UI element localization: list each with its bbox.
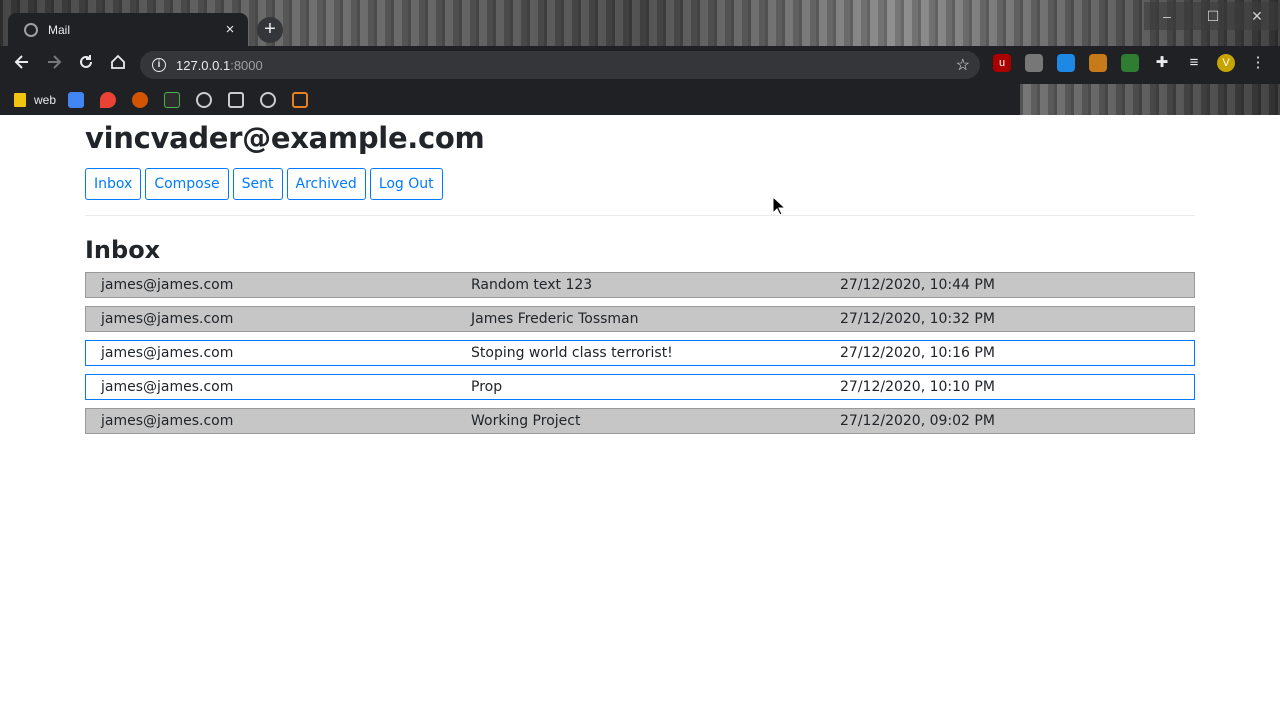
email-subject: Random text 123 <box>471 277 593 293</box>
email-subject: Prop <box>471 379 503 395</box>
email-sender: james@james.com <box>101 277 234 293</box>
back-arrow-icon[interactable] <box>6 49 38 81</box>
tab-title: Mail <box>48 22 71 37</box>
email-row[interactable]: james@james.com James Frederic Tossman 2… <box>85 306 1195 332</box>
browser-toolbar: i 127.0.0.1 :8000 ☆ <box>0 46 1280 84</box>
bookmark-web[interactable]: web <box>34 93 56 107</box>
bookmark-icon[interactable] <box>164 91 181 108</box>
bookmark-icon[interactable] <box>228 91 245 108</box>
user-email-heading: vincvader@example.com <box>85 121 485 155</box>
close-window-button[interactable]: ✕ <box>1234 2 1280 30</box>
email-sender: james@james.com <box>101 413 234 429</box>
email-timestamp: 27/12/2020, 09:02 PM <box>840 413 995 429</box>
mailbox-title: Inbox <box>85 236 161 264</box>
logout-button[interactable]: Log Out <box>369 168 443 200</box>
email-row[interactable]: james@james.com Stoping world class terr… <box>85 340 1195 366</box>
archived-button[interactable]: Archived <box>286 168 366 200</box>
email-row[interactable]: james@james.com Working Project 27/12/20… <box>85 408 1195 434</box>
inbox-button[interactable]: Inbox <box>85 168 142 200</box>
minimize-button[interactable]: – <box>1144 2 1190 30</box>
divider <box>85 215 1195 216</box>
maximize-button[interactable]: ☐ <box>1190 2 1236 30</box>
title-bar: Mail × + – ☐ ✕ <box>0 0 1280 46</box>
email-row[interactable]: james@james.com Random text 123 27/12/20… <box>85 272 1195 298</box>
email-timestamp: 27/12/2020, 10:10 PM <box>840 379 995 395</box>
maps-bookmark-icon[interactable] <box>100 91 117 108</box>
email-timestamp: 27/12/2020, 10:44 PM <box>840 277 995 293</box>
email-sender: james@james.com <box>101 345 234 361</box>
diamond-extension-icon[interactable] <box>1057 54 1075 72</box>
email-subject: Working Project <box>471 413 581 429</box>
bookmark-star-icon[interactable]: ☆ <box>956 55 970 75</box>
avatar[interactable]: V <box>1217 54 1235 72</box>
forward-arrow-icon[interactable] <box>38 49 70 81</box>
url-host: 127.0.0.1 <box>176 57 231 73</box>
puzzle-icon[interactable]: ✚ <box>1153 54 1171 72</box>
browser-tab[interactable]: Mail × <box>8 13 248 46</box>
compose-button[interactable]: Compose <box>145 168 229 200</box>
email-list: james@james.com Random text 123 27/12/20… <box>85 272 1195 434</box>
home-icon[interactable] <box>102 49 134 81</box>
mail-app: vincvader@example.com Inbox Compose Sent… <box>85 115 1195 442</box>
extension-icon[interactable] <box>1121 54 1139 72</box>
translate-bookmark-icon[interactable] <box>68 91 85 108</box>
extension-icon[interactable] <box>1025 54 1043 72</box>
loading-icon <box>24 22 38 37</box>
media-queue-icon[interactable]: ≡ <box>1185 54 1203 72</box>
bookmark-icon[interactable] <box>260 91 277 108</box>
email-sender: james@james.com <box>101 379 234 395</box>
bookmark-icon[interactable] <box>292 91 309 108</box>
address-bar[interactable]: i 127.0.0.1 :8000 ☆ <box>140 51 980 79</box>
ublock-extension-icon[interactable]: u <box>993 54 1011 72</box>
kebab-menu-icon[interactable]: ⋮ <box>1249 54 1267 72</box>
url-port: :8000 <box>230 57 263 73</box>
close-tab-icon[interactable]: × <box>222 21 238 38</box>
bookmarks-bar: web <box>0 84 1020 115</box>
bookmark-icon[interactable] <box>132 91 149 108</box>
info-icon[interactable]: i <box>152 58 166 72</box>
new-tab-button[interactable]: + <box>257 17 283 43</box>
browser-chrome: Mail × + – ☐ ✕ i 127.0.0.1 :8000 ☆ u ✚ ≡ <box>0 0 1280 115</box>
extension-icon[interactable] <box>1089 54 1107 72</box>
email-sender: james@james.com <box>101 311 234 327</box>
reload-icon[interactable] <box>70 49 102 81</box>
nav-buttons: Inbox Compose Sent Archived Log Out <box>85 168 1195 200</box>
email-timestamp: 27/12/2020, 10:32 PM <box>840 311 995 327</box>
email-row[interactable]: james@james.com Prop 27/12/2020, 10:10 P… <box>85 374 1195 400</box>
email-subject: James Frederic Tossman <box>471 311 639 327</box>
email-subject: Stoping world class terrorist! <box>471 345 673 361</box>
sent-button[interactable]: Sent <box>232 168 283 200</box>
folder-icon <box>14 92 26 107</box>
github-bookmark-icon[interactable] <box>196 91 213 108</box>
email-timestamp: 27/12/2020, 10:16 PM <box>840 345 995 361</box>
